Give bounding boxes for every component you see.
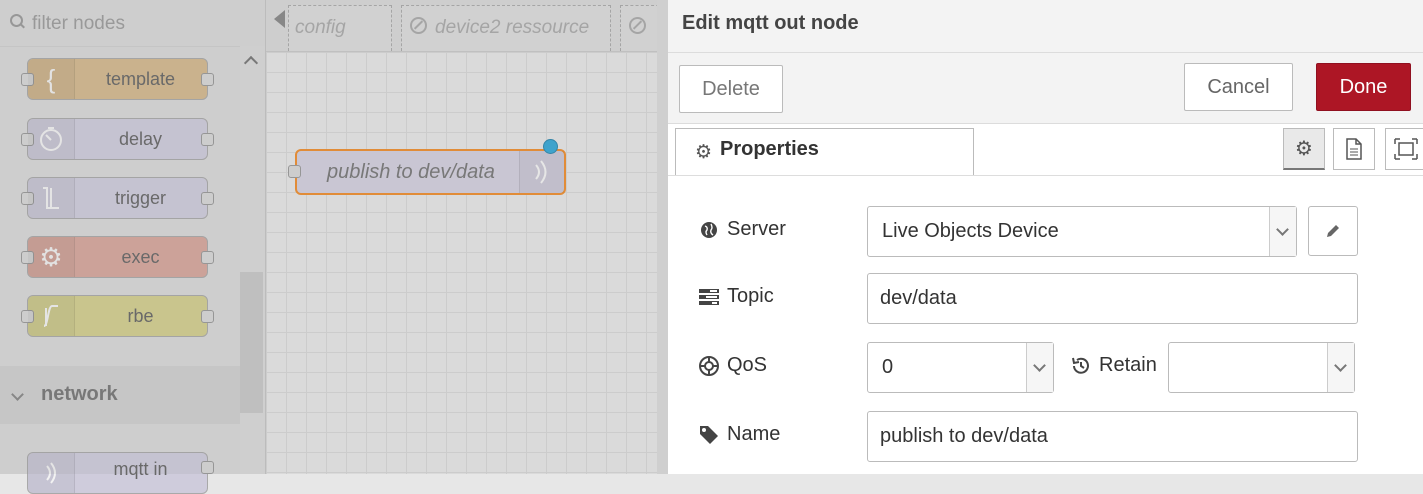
- topic-value: dev/data: [880, 287, 957, 309]
- appearance-tab-button[interactable]: [1385, 128, 1423, 170]
- tray-toolbar: Delete Cancel Done: [668, 53, 1423, 124]
- chevron-down-icon[interactable]: [1327, 343, 1354, 392]
- palette-node-label: mqtt in: [113, 459, 168, 479]
- palette-node-label: trigger: [114, 188, 167, 208]
- tag-icon: [699, 425, 719, 445]
- globe-icon: [699, 220, 719, 240]
- timer-icon: [28, 119, 75, 159]
- topic-input[interactable]: dev/data: [867, 273, 1358, 324]
- palette-node-label: exec: [121, 247, 160, 267]
- tray-header: Edit mqtt out node: [668, 0, 1423, 53]
- qos-label: QoS: [699, 354, 767, 377]
- tab-device2-ressource[interactable]: device2 ressource: [401, 5, 611, 51]
- gear-icon: ⚙: [695, 142, 713, 163]
- chevron-down-icon[interactable]: [1269, 207, 1296, 256]
- disabled-icon: [629, 17, 646, 34]
- tab-properties[interactable]: ⚙ Properties: [675, 128, 974, 175]
- qos-label-text: QoS: [727, 354, 768, 376]
- chevron-down-icon[interactable]: [1026, 343, 1053, 392]
- output-port: [201, 310, 214, 323]
- rbe-icon: [28, 296, 75, 336]
- tab-disabled[interactable]: [620, 5, 657, 51]
- gear-icon: ⚙: [1295, 138, 1313, 160]
- server-label-text: Server: [727, 218, 786, 240]
- cog-icon: ⚙: [28, 237, 75, 277]
- flow-node-label: publish to dev/data: [327, 161, 495, 183]
- palette-node-template[interactable]: { template: [21, 58, 214, 100]
- wireless-icon: [519, 151, 564, 193]
- changed-indicator: [543, 139, 558, 154]
- disabled-icon: [410, 17, 427, 34]
- output-port: [201, 192, 214, 205]
- output-port: [201, 133, 214, 146]
- tab-label: config: [295, 17, 346, 38]
- server-value: Live Objects Device: [882, 220, 1059, 242]
- done-button[interactable]: Done: [1316, 63, 1411, 111]
- wireless-icon: [28, 453, 75, 493]
- palette-node-rbe[interactable]: rbe: [21, 295, 214, 337]
- name-input[interactable]: publish to dev/data: [867, 411, 1358, 462]
- description-tab-button[interactable]: [1333, 128, 1375, 170]
- input-port[interactable]: [288, 165, 301, 178]
- workspace: config device2 ressource publish to dev/…: [266, 0, 657, 474]
- palette-node-label: delay: [118, 129, 163, 149]
- scrollbar-thumb[interactable]: [240, 272, 263, 413]
- tab-config[interactable]: config: [288, 5, 392, 51]
- name-label-text: Name: [727, 423, 781, 445]
- output-port: [201, 251, 214, 264]
- palette-node-trigger[interactable]: trigger: [21, 177, 214, 219]
- topic-label-text: Topic: [727, 285, 774, 307]
- delete-button[interactable]: Delete: [679, 65, 783, 113]
- topic-label: Topic: [699, 285, 774, 308]
- divider: [668, 175, 1423, 176]
- output-port: [201, 461, 214, 474]
- tab-label: Properties: [720, 138, 819, 160]
- palette-node-mqtt-in[interactable]: mqtt in: [27, 452, 214, 494]
- tab-label: device2 ressource: [435, 17, 590, 38]
- palette-scrollbar[interactable]: [240, 46, 265, 474]
- tray-title: Edit mqtt out node: [682, 12, 859, 34]
- document-icon: [1346, 138, 1362, 160]
- appearance-icon: [1394, 138, 1418, 160]
- template-icon: {: [28, 59, 75, 99]
- node-palette: { template delay trigger ⚙ exec rbe: [0, 0, 266, 494]
- palette-node-exec[interactable]: ⚙ exec: [21, 236, 214, 278]
- server-select[interactable]: Live Objects Device: [867, 206, 1297, 257]
- edit-server-button[interactable]: [1308, 206, 1358, 256]
- qos-select[interactable]: 0: [867, 342, 1054, 393]
- name-label: Name: [699, 423, 780, 446]
- workspace-tabs: config device2 ressource: [266, 0, 657, 52]
- name-value: publish to dev/data: [880, 425, 1048, 447]
- category-label: network: [41, 383, 118, 405]
- filter-nodes-input[interactable]: [30, 8, 234, 40]
- pencil-icon: [1327, 225, 1339, 237]
- palette-node-delay[interactable]: delay: [21, 118, 214, 160]
- palette-node-label: template: [105, 69, 176, 89]
- settings-tab-button[interactable]: ⚙: [1283, 128, 1325, 170]
- history-icon: [1071, 356, 1091, 376]
- server-label: Server: [699, 218, 786, 241]
- life-ring-icon: [699, 355, 719, 376]
- search-icon: [10, 14, 23, 27]
- qos-value: 0: [882, 356, 894, 378]
- palette-node-label: rbe: [127, 306, 154, 326]
- retain-label-text: Retain: [1099, 354, 1157, 376]
- tasks-icon: [699, 287, 719, 307]
- tab-scroll-left-icon[interactable]: [274, 10, 285, 28]
- trigger-icon: [28, 178, 75, 218]
- palette-category-network[interactable]: network: [0, 366, 240, 424]
- flow-canvas[interactable]: publish to dev/data: [266, 52, 657, 474]
- chevron-down-icon: [11, 388, 24, 401]
- output-port: [201, 73, 214, 86]
- retain-label: Retain: [1071, 354, 1157, 377]
- editor-tray: Edit mqtt out node Delete Cancel Done ⚙ …: [657, 0, 1423, 474]
- retain-select[interactable]: [1168, 342, 1355, 393]
- scroll-up-icon[interactable]: [243, 55, 259, 71]
- palette-filter: [0, 0, 240, 47]
- flow-node-mqtt-out[interactable]: publish to dev/data: [288, 139, 566, 195]
- cancel-button[interactable]: Cancel: [1184, 63, 1293, 111]
